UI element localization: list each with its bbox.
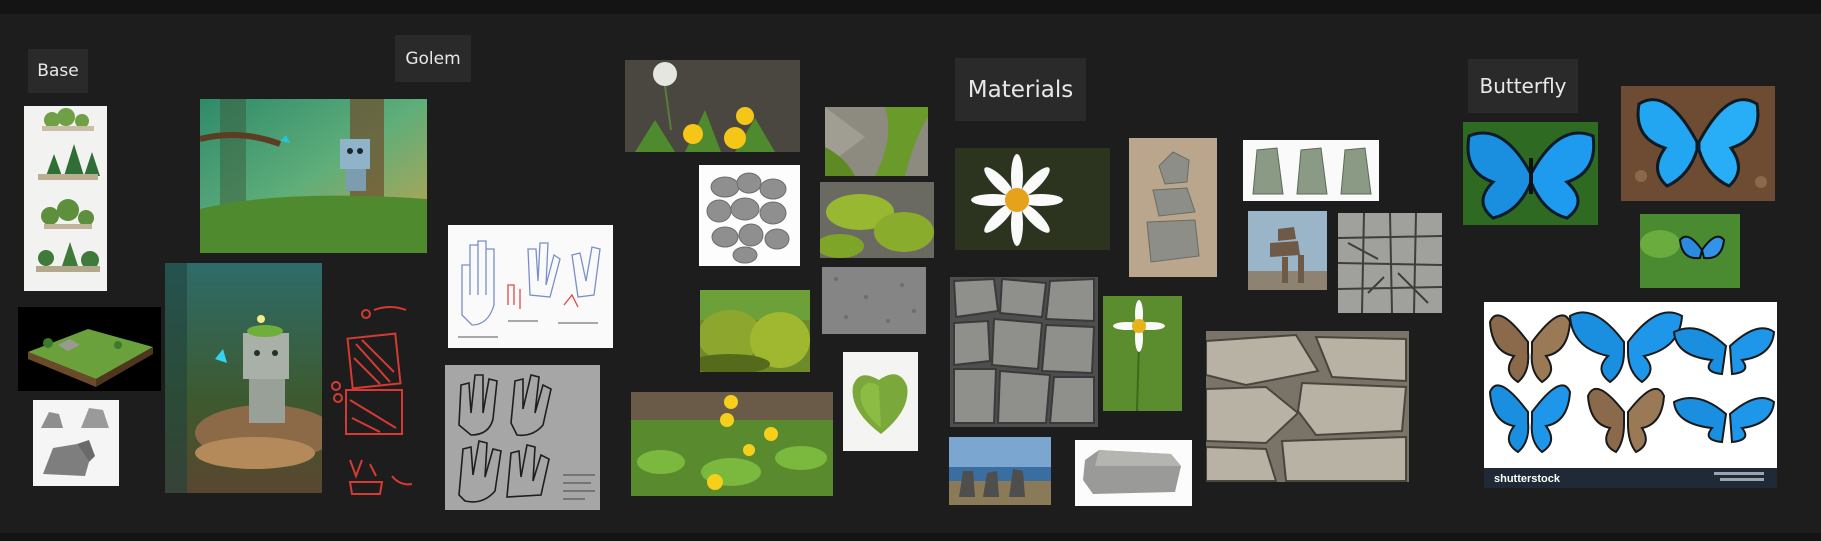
low-poly-terrain[interactable] — [18, 307, 161, 391]
moss-on-rock-photo[interactable] — [825, 107, 928, 176]
rock-sketch-sheet[interactable] — [33, 400, 119, 486]
hand-study-sketch-gray[interactable] — [445, 365, 600, 510]
rock-cairn-photo[interactable] — [1248, 211, 1327, 290]
trees-asset-sheet[interactable] — [24, 106, 107, 291]
label-base[interactable]: Base — [28, 49, 88, 93]
label-butterfly[interactable]: Butterfly — [1468, 59, 1578, 113]
golem-butterfly-render[interactable] — [165, 263, 322, 493]
moss-closeup-photo[interactable] — [820, 182, 934, 258]
red-golem-sketch[interactable] — [330, 300, 426, 500]
label-materials[interactable]: Materials — [955, 58, 1086, 121]
golem-forest-render[interactable] — [200, 99, 427, 253]
small-butterfly-green-photo[interactable] — [1640, 214, 1740, 288]
concrete-texture-photo[interactable] — [822, 267, 926, 334]
standing-stones-photo[interactable] — [949, 437, 1051, 505]
hand-study-sketch-color[interactable] — [448, 225, 613, 348]
morpho-butterfly-ground-photo[interactable] — [1621, 86, 1775, 201]
moss-heart-photo[interactable] — [843, 352, 918, 451]
shutterstock-watermark: shutterstock — [1494, 473, 1561, 485]
stone-wall-photo[interactable] — [950, 277, 1098, 427]
morpho-butterfly-leaf-photo[interactable] — [1463, 122, 1598, 225]
butterfly-stock-sheet[interactable]: shutterstock — [1484, 302, 1777, 488]
dandelion-photo[interactable] — [625, 60, 800, 152]
rock-layers-photo[interactable] — [1206, 331, 1409, 482]
dandelions-ground-photo[interactable] — [631, 392, 833, 496]
pebbles-photo[interactable] — [699, 165, 800, 266]
label-golem[interactable]: Golem — [395, 35, 471, 82]
daisy-field-photo[interactable] — [1103, 296, 1182, 411]
stacked-rocks-photo[interactable] — [1129, 138, 1217, 277]
stone-tiles-texture[interactable] — [1338, 213, 1442, 313]
slab-rock-photo[interactable] — [1075, 440, 1192, 506]
mossy-rocks-photo[interactable] — [700, 290, 810, 372]
stone-pillars-render[interactable] — [1243, 140, 1379, 201]
daisy-photo[interactable] — [955, 148, 1110, 250]
